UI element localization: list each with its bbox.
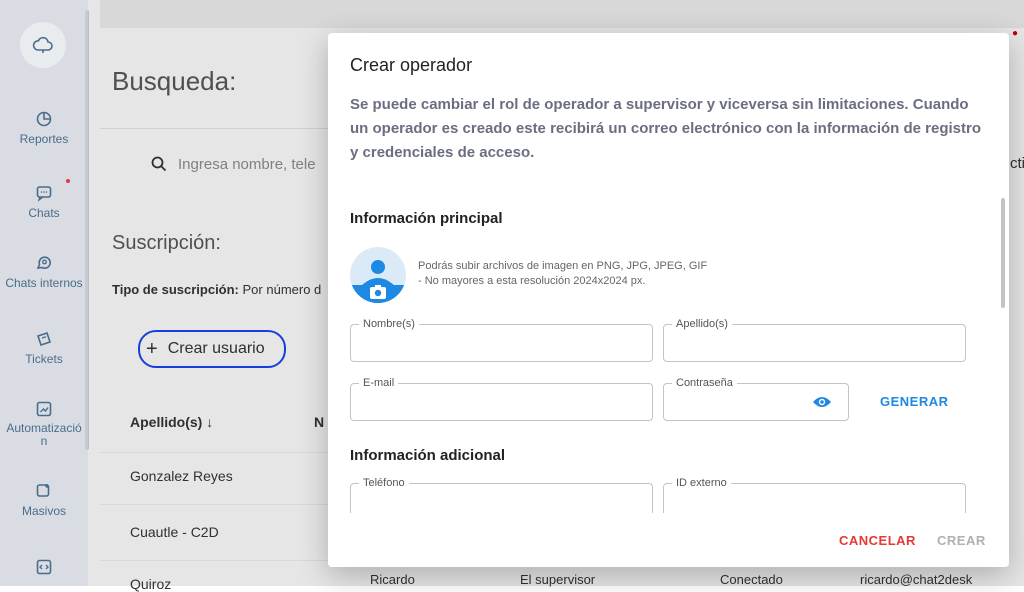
notification-dot (66, 179, 70, 183)
sidebar-item-label: Tickets (25, 352, 63, 366)
last-name-input[interactable] (674, 333, 919, 351)
dialog-scrollbar[interactable] (1001, 198, 1005, 308)
chat-bubble-icon (36, 186, 52, 202)
section-additional-title: Información adicional (350, 447, 506, 464)
first-name-label: Nombre(s) (359, 317, 419, 331)
avatar-upload[interactable] (350, 247, 406, 303)
avatar-hint-formats: Podrás subir archivos de imagen en PNG, … (418, 260, 708, 272)
avatar-hint: Podrás subir archivos de imagen en PNG, … (418, 259, 707, 289)
sidebar-item-code[interactable] (0, 558, 88, 580)
sidebar-item-label: Chats (28, 206, 60, 220)
dialog-content: Información principal Podrás subir archi… (328, 33, 1009, 513)
user-photo-icon (350, 260, 406, 303)
automation-icon (36, 401, 52, 417)
sidebar-item-reportes[interactable]: Reportes (0, 110, 88, 146)
external-id-input[interactable] (674, 492, 919, 510)
create-button[interactable]: CREAR (937, 533, 986, 548)
code-icon (36, 559, 52, 575)
app-logo[interactable] (20, 22, 66, 68)
internal-chat-icon (36, 256, 51, 269)
eye-icon[interactable] (812, 395, 832, 409)
password-label: Contraseña (672, 376, 737, 390)
broadcast-icon (36, 484, 50, 497)
email-label: E-mail (359, 376, 399, 390)
last-name-field[interactable]: Apellido(s) (663, 317, 966, 362)
sidebar-item-masivos[interactable]: Masivos (0, 482, 88, 518)
cloud-logo-icon (32, 36, 53, 53)
sidebar-item-tickets[interactable]: Tickets (0, 330, 88, 366)
external-id-field[interactable]: ID externo (663, 476, 966, 513)
create-operator-dialog: Crear operador Se puede cambiar el rol d… (328, 33, 1009, 567)
phone-label: Teléfono (359, 476, 409, 490)
generate-password-button[interactable]: GENERAR (880, 394, 949, 409)
external-id-label: ID externo (672, 476, 731, 490)
avatar-hint-resolution: - No mayores a esta resolución 2024x2024… (418, 275, 646, 287)
sidebar: Reportes Chats Chats internos Tickets Au… (0, 0, 89, 586)
email-field[interactable]: E-mail (350, 376, 653, 421)
sidebar-item-chats-internos[interactable]: Chats internos (0, 254, 88, 290)
phone-input[interactable] (361, 492, 606, 510)
sidebar-item-automatizacion[interactable]: Automatización (0, 400, 88, 448)
sidebar-item-label: Reportes (19, 132, 69, 146)
sidebar-item-label: Masivos (21, 504, 66, 518)
sidebar-item-label: Chats internos (5, 276, 83, 290)
sidebar-item-chats[interactable]: Chats (0, 184, 88, 220)
password-input[interactable] (674, 392, 789, 410)
email-input[interactable] (361, 392, 606, 410)
password-field[interactable]: Contraseña (663, 376, 849, 421)
section-main-title: Información principal (350, 210, 503, 227)
sidebar-item-label: Automatización (6, 421, 82, 448)
ticket-icon (36, 331, 52, 347)
phone-field[interactable]: Teléfono (350, 476, 653, 513)
first-name-field[interactable]: Nombre(s) (350, 317, 653, 362)
cancel-button[interactable]: CANCELAR (839, 533, 916, 548)
chart-pie-icon (36, 111, 52, 127)
first-name-input[interactable] (361, 333, 606, 351)
last-name-label: Apellido(s) (672, 317, 732, 331)
